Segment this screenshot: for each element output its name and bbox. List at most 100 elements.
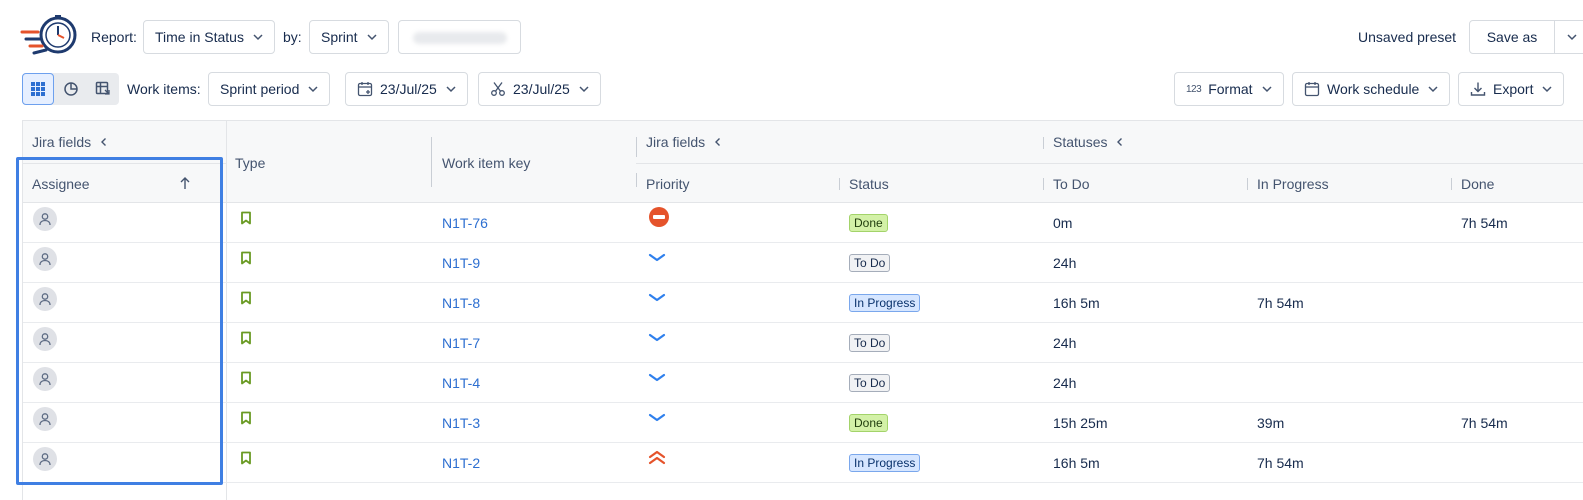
- story-bookmark-icon: [240, 291, 252, 308]
- work-item-key-cell: N1T-76: [442, 203, 488, 243]
- assignee-cell[interactable]: [33, 323, 57, 363]
- pivot-view-button[interactable]: [87, 73, 119, 105]
- to-do-time-cell: 16h 5m: [1053, 295, 1100, 311]
- to-do-time-cell: 0m: [1053, 215, 1073, 231]
- work-item-key-link[interactable]: N1T-2: [442, 455, 480, 471]
- report-type-dropdown[interactable]: Time in Status: [143, 20, 275, 54]
- group-by-dropdown[interactable]: Sprint: [309, 20, 389, 54]
- to-do-time-cell: 24h: [1053, 375, 1077, 391]
- assignee-cell[interactable]: [33, 403, 57, 443]
- report-table: Jira fields Jira fields Statuses Assigne…: [22, 120, 1583, 500]
- priority-low-icon: [648, 370, 666, 386]
- calendar-icon: [1304, 82, 1320, 97]
- table-row: N1T-4 To Do 24h: [23, 363, 1583, 403]
- type-cell: [240, 243, 252, 283]
- time-in-status-logo-icon: [20, 15, 77, 55]
- assignee-cell[interactable]: [33, 243, 57, 283]
- grid-view-button[interactable]: [22, 73, 54, 105]
- priority-low-icon: [648, 330, 666, 346]
- column-header-in-progress[interactable]: In Progress: [1257, 174, 1329, 194]
- type-cell: [240, 363, 252, 403]
- default-avatar-icon: [33, 407, 57, 431]
- priority-cell: [648, 443, 666, 483]
- report-label: Report:: [91, 29, 137, 45]
- status-badge: To Do: [849, 334, 891, 352]
- grid-icon: [31, 82, 45, 96]
- column-header-work-item-key[interactable]: Work item key: [442, 153, 530, 173]
- column-header-assignee[interactable]: Assignee: [32, 174, 90, 194]
- status-cell: To Do: [849, 243, 891, 283]
- column-header-type[interactable]: Type: [235, 153, 265, 173]
- status-cell: In Progress: [849, 283, 921, 323]
- assignee-cell[interactable]: [33, 203, 57, 243]
- by-label: by:: [283, 29, 302, 45]
- story-bookmark-icon: [240, 211, 252, 228]
- group-header-statuses[interactable]: Statuses: [1053, 132, 1125, 152]
- table-row: N1T-76 Done 0m 7h 54m: [23, 203, 1583, 243]
- chevron-down-icon: [1262, 86, 1272, 93]
- pie-chart-icon: [64, 82, 78, 96]
- group-header-left-jira-fields[interactable]: Jira fields: [32, 132, 109, 152]
- in-progress-time-cell: 7h 54m: [1257, 295, 1304, 311]
- format-dropdown[interactable]: 123 Format: [1174, 72, 1284, 106]
- column-header-to-do[interactable]: To Do: [1053, 174, 1090, 194]
- default-avatar-icon: [33, 207, 57, 231]
- priority-highest-blocker-icon: [648, 206, 670, 231]
- status-badge: In Progress: [849, 454, 921, 472]
- group-header-jira-fields[interactable]: Jira fields: [646, 132, 723, 152]
- table-row: N1T-2 In Progress 16h 5m 7h 54m: [23, 443, 1583, 483]
- priority-highest-icon: [648, 449, 666, 468]
- priority-cell: [648, 363, 666, 403]
- scissors-icon: [491, 82, 505, 96]
- type-cell: [240, 443, 252, 483]
- report-toolbar: Report: Time in Status by: Sprint Unsave…: [0, 0, 1583, 120]
- priority-cell: [648, 403, 666, 443]
- export-dropdown[interactable]: Export: [1458, 72, 1565, 106]
- story-bookmark-icon: [240, 251, 252, 268]
- default-avatar-icon: [33, 447, 57, 471]
- sprint-selector-blurred[interactable]: [398, 20, 521, 54]
- collapse-chevron-icon: [101, 138, 107, 146]
- work-item-key-cell: N1T-2: [442, 443, 480, 483]
- assignee-cell[interactable]: [33, 363, 57, 403]
- chevron-down-icon: [253, 34, 263, 41]
- in-progress-time-cell: 7h 54m: [1257, 455, 1304, 471]
- column-header-done[interactable]: Done: [1461, 174, 1494, 194]
- assignee-cell[interactable]: [33, 443, 57, 483]
- save-as-button[interactable]: Save as: [1470, 21, 1555, 53]
- work-schedule-dropdown[interactable]: Work schedule: [1292, 72, 1451, 106]
- work-items-dropdown[interactable]: Sprint period: [208, 72, 331, 106]
- calendar-icon: [357, 82, 373, 97]
- download-icon: [1470, 82, 1486, 96]
- work-item-key-link[interactable]: N1T-76: [442, 215, 488, 231]
- save-as-menu-button[interactable]: [1555, 21, 1583, 53]
- column-header-status[interactable]: Status: [849, 174, 889, 194]
- collapse-chevron-icon: [715, 138, 721, 146]
- work-item-key-cell: N1T-4: [442, 363, 480, 403]
- status-badge: To Do: [849, 374, 891, 392]
- sort-ascending-arrow-icon: [180, 177, 190, 189]
- work-item-key-cell: N1T-7: [442, 323, 480, 363]
- chevron-down-icon: [1566, 34, 1577, 41]
- type-cell: [240, 323, 252, 363]
- priority-low-icon: [648, 410, 666, 426]
- start-date-picker[interactable]: 23/Jul/25: [345, 72, 468, 106]
- work-item-key-link[interactable]: N1T-8: [442, 295, 480, 311]
- default-avatar-icon: [33, 327, 57, 351]
- story-bookmark-icon: [240, 371, 252, 388]
- view-mode-switcher: [22, 73, 119, 105]
- table-row: N1T-3 Done 15h 25m 39m 7h 54m: [23, 403, 1583, 443]
- assignee-cell[interactable]: [33, 283, 57, 323]
- work-item-key-link[interactable]: N1T-3: [442, 415, 480, 431]
- status-cell: In Progress: [849, 443, 921, 483]
- column-header-priority[interactable]: Priority: [646, 174, 690, 194]
- to-do-time-cell: 15h 25m: [1053, 415, 1108, 431]
- collapse-chevron-icon: [1117, 138, 1123, 146]
- chart-view-button[interactable]: [55, 73, 87, 105]
- work-item-key-link[interactable]: N1T-4: [442, 375, 480, 391]
- priority-low-icon: [648, 290, 666, 306]
- in-progress-time-cell: 39m: [1257, 415, 1285, 431]
- end-date-picker[interactable]: 23/Jul/25: [478, 72, 601, 106]
- work-item-key-link[interactable]: N1T-9: [442, 255, 480, 271]
- work-item-key-link[interactable]: N1T-7: [442, 335, 480, 351]
